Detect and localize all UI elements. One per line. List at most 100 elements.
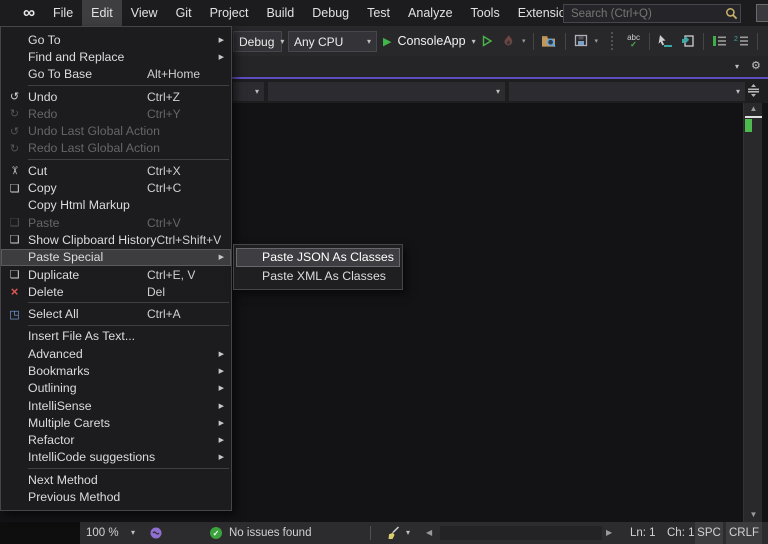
menu-build[interactable]: Build [257,0,303,26]
chevron-down-icon: ▾ [255,87,259,96]
menu-item-refactor[interactable]: Refactor▶ [1,432,231,449]
menu-item-outlining[interactable]: Outlining▶ [1,380,231,397]
split-window-button[interactable] [744,82,762,98]
menu-item-find-and-replace[interactable]: Find and Replace▶ [1,48,231,65]
spaces-indicator[interactable]: SPC [695,522,723,544]
menu-tools[interactable]: Tools [462,0,509,26]
line-ending-indicator[interactable]: CRLF [726,522,762,544]
change-marker [745,119,752,132]
solution-configuration-dropdown[interactable]: Debug ▾ [233,31,282,52]
menu-label: Insert File As Text... [28,329,135,343]
menu-project[interactable]: Project [201,0,258,26]
menu-edit[interactable]: Edit [82,0,122,26]
column-indicator[interactable]: Ch: 1 [667,522,695,544]
menu-label: Paste Special [28,250,103,264]
start-without-debugging-button[interactable] [478,33,495,50]
menu-git[interactable]: Git [167,0,201,26]
menu-item-go-to-base[interactable]: Go To BaseAlt+Home [1,66,231,83]
intellicode-icon[interactable] [150,527,162,539]
spell-checker-button[interactable]: abc✓ [625,33,642,50]
menu-label: Undo Last Global Action [28,124,160,138]
menu-item-intellicode-suggestions[interactable]: IntelliCode suggestions▶ [1,449,231,466]
chevron-down-icon: ▾ [736,87,740,96]
decrease-indent-button[interactable] [711,33,728,50]
scroll-down-icon[interactable]: ▼ [744,510,763,519]
scroll-right-icon[interactable]: ▶ [606,522,612,544]
menu-item-intellisense[interactable]: IntelliSense▶ [1,397,231,414]
menu-file[interactable]: File [44,0,82,26]
menu-shortcut: Ctrl+E, V [147,268,231,282]
increase-indent-button[interactable]: 2 [733,33,750,50]
menu-analyze[interactable]: Analyze [399,0,461,26]
chevron-down-icon: ▾ [280,37,284,46]
menu-label: Delete [28,285,64,299]
search-input[interactable] [564,8,725,20]
menu-item-undo-last-global-action[interactable]: ↺Undo Last Global Action [1,122,231,139]
menu-item-copy-html-markup[interactable]: Copy Html Markup [1,197,231,214]
menu-label: Go To [28,33,61,47]
menu-item-delete[interactable]: ×DeleteDel [1,283,231,300]
menu-item-next-method[interactable]: Next Method [1,471,231,488]
menu-debug[interactable]: Debug [303,0,358,26]
toolbar-grip[interactable] [603,33,620,50]
chevron-down-icon[interactable]: ▾ [131,522,135,544]
menu-item-duplicate[interactable]: ❏DuplicateCtrl+E, V [1,266,231,283]
menu-item-paste[interactable]: ❑PasteCtrl+V [1,214,231,231]
horizontal-scrollbar-track[interactable] [440,526,602,540]
issues-status-text[interactable]: No issues found [229,522,311,544]
menu-item-undo[interactable]: ↺UndoCtrl+Z [1,88,231,105]
menu-item-redo-last-global-action[interactable]: ↻Redo Last Global Action [1,140,231,157]
quick-search-box[interactable] [563,4,741,23]
tab-list-dropdown-icon[interactable]: ▾ [735,60,739,72]
menu-item-advanced[interactable]: Advanced▶ [1,345,231,362]
gear-icon[interactable]: ⚙ [751,59,761,72]
menu-item-cut[interactable]: ✂CutCtrl+X [1,162,231,179]
chevron-down-icon[interactable]: ▾ [522,37,526,45]
scroll-left-icon[interactable]: ◀ [426,522,432,544]
menu-item-show-clipboard-history[interactable]: ❑Show Clipboard HistoryCtrl+Shift+V [1,231,231,248]
menu-item-paste-special[interactable]: Paste Special▶ [1,249,231,266]
menu-test[interactable]: Test [358,0,399,26]
member-dropdown[interactable]: ▾ [509,82,745,101]
menu-item-paste-json-as-classes[interactable]: Paste JSON As Classes [236,248,400,267]
cut-icon: ✂ [1,164,28,177]
navigate-cursor-button[interactable] [657,33,674,50]
menu-view[interactable]: View [122,0,167,26]
menu-item-copy[interactable]: ❏CopyCtrl+C [1,179,231,196]
menu-item-paste-xml-as-classes[interactable]: Paste XML As Classes [236,267,400,286]
account-button[interactable] [756,4,768,22]
start-debugging-button[interactable]: ▶ ConsoleApp ▾ [383,29,476,53]
find-in-files-button[interactable] [541,33,558,50]
paste-next-button[interactable] [679,33,696,50]
menu-item-select-all[interactable]: ◳Select AllCtrl+A [1,305,231,322]
menu-item-multiple-carets[interactable]: Multiple Carets▶ [1,414,231,431]
menu-shortcut: Ctrl+A [147,307,231,321]
menu-label: Duplicate [28,268,79,282]
save-all-button[interactable] [573,33,590,50]
menu-label: Copy Html Markup [28,198,130,212]
chevron-down-icon[interactable]: ▾ [595,37,599,45]
zoom-level-control[interactable]: 100 % [86,522,119,544]
solution-platform-dropdown[interactable]: Any CPU ▾ [288,31,377,52]
menu-label: Outlining [28,381,77,395]
toolbar-separator [533,33,534,50]
vertical-scrollbar[interactable]: ▲ ▼ [743,103,762,522]
menu-item-redo[interactable]: ↻RedoCtrl+Y [1,105,231,122]
line-indicator[interactable]: Ln: 1 [630,522,656,544]
project-dropdown[interactable]: ▾ [233,82,264,101]
redo-icon: ↻ [1,107,28,120]
chevron-down-icon[interactable]: ▾ [406,522,410,544]
menu-shortcut: Ctrl+Y [147,107,231,121]
chevron-down-icon: ▾ [367,37,371,46]
menu-item-go-to[interactable]: Go To▶ [1,31,231,48]
scroll-up-icon[interactable]: ▲ [744,104,763,113]
menu-item-bookmarks[interactable]: Bookmarks▶ [1,362,231,379]
menu-item-previous-method[interactable]: Previous Method [1,488,231,505]
menu-item-insert-file-as-text[interactable]: Insert File As Text... [1,328,231,345]
menu-shortcut: Ctrl+X [147,164,231,178]
code-cleanup-icon[interactable] [386,526,401,540]
menu-label: Copy [28,181,57,195]
type-dropdown[interactable]: ▾ [268,82,505,101]
hot-reload-button[interactable] [500,33,517,50]
menu-label: Refactor [28,433,74,447]
